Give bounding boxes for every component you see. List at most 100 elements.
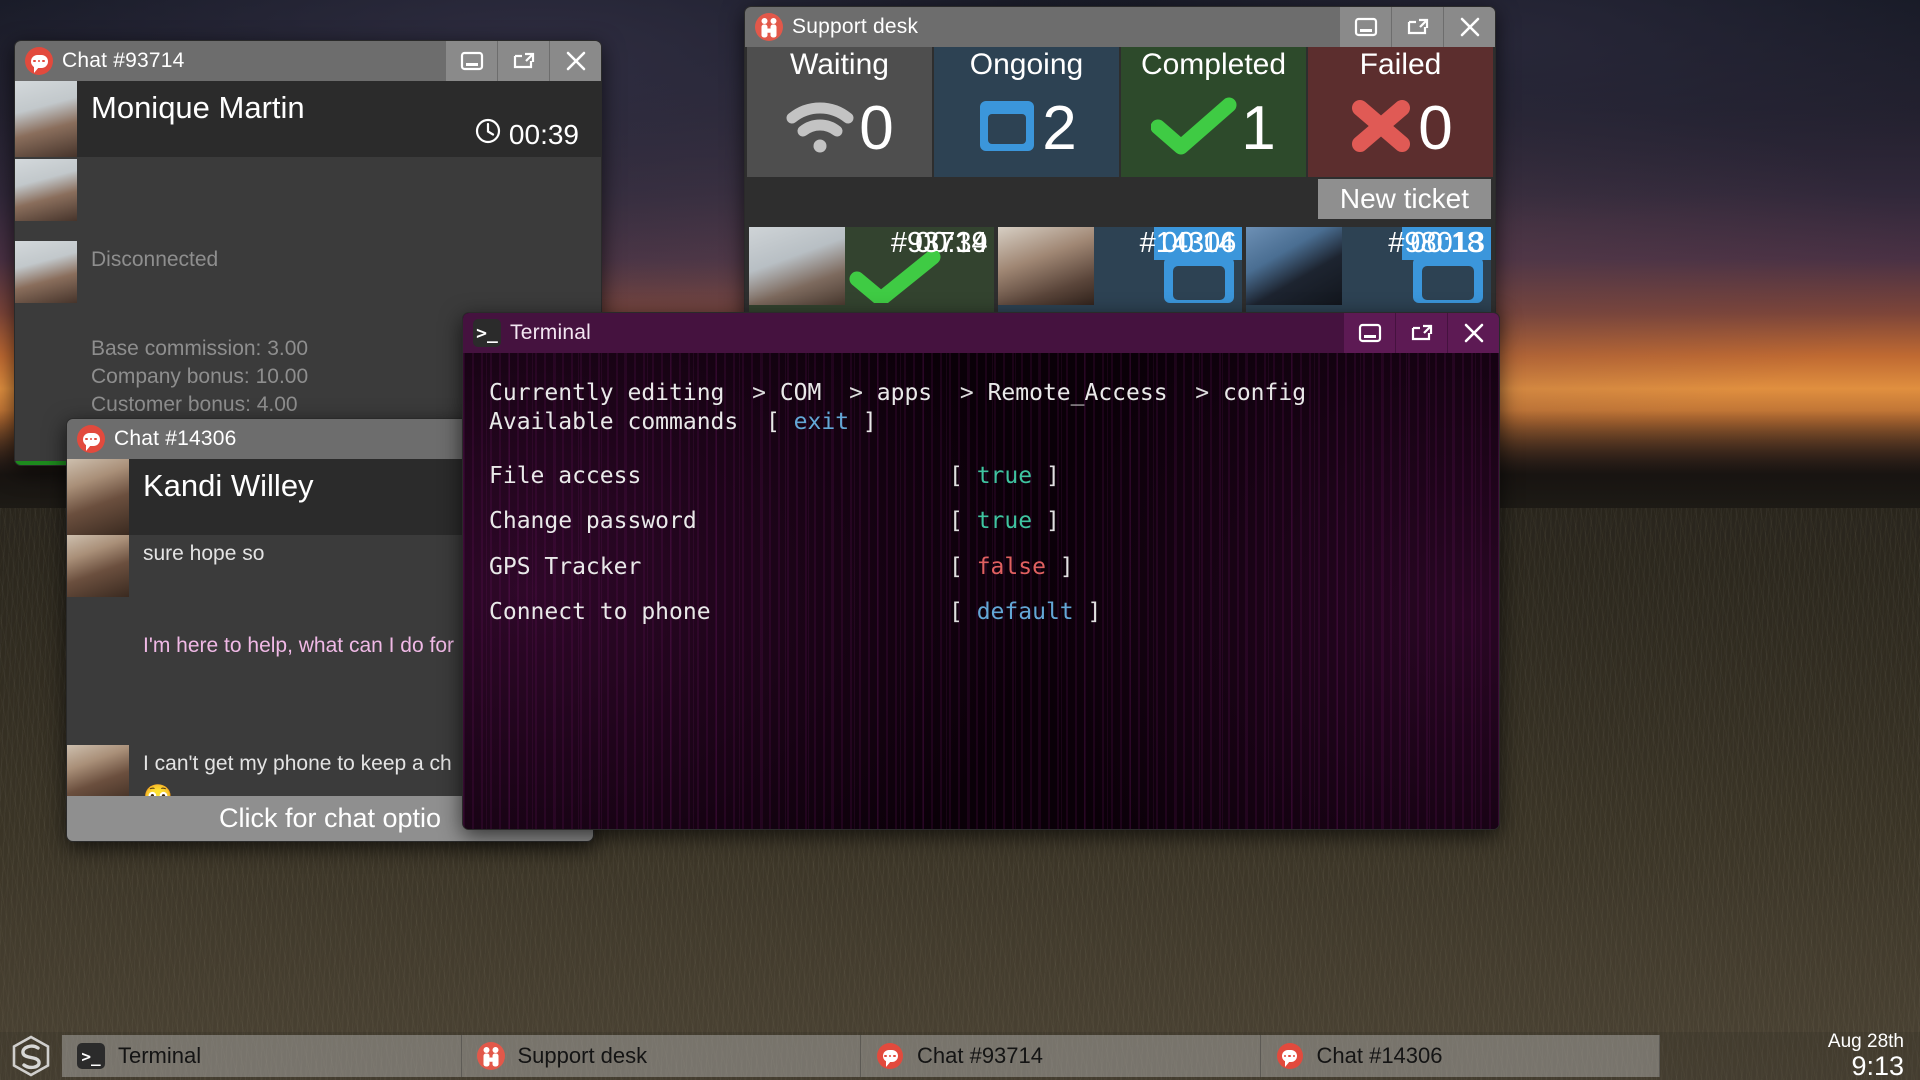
maximize-button[interactable] [497, 41, 549, 81]
support-desk-body: Waiting 0 Ongoing 2 Completed 1 Failed 0… [745, 47, 1495, 325]
terminal-body[interactable]: Currently editing > COM > apps > Remote_… [463, 353, 1499, 829]
ticket-icon [1162, 257, 1236, 310]
avatar [15, 81, 77, 157]
chat-bubble-icon [25, 47, 53, 75]
wifi-icon [785, 97, 855, 160]
stat-failed[interactable]: Failed 0 [1308, 47, 1493, 177]
taskbar-spacer [1660, 1032, 1770, 1080]
stat-waiting[interactable]: Waiting 0 [747, 47, 932, 177]
config-key: Change password [489, 508, 697, 535]
support-desk-window[interactable]: Support desk Waiting 0 Ongoing 2 Complet… [744, 6, 1496, 326]
ticket-id: #93714 [890, 227, 988, 259]
chat-93714-title: Chat #93714 [62, 49, 185, 72]
status-message: Disconnected [91, 248, 219, 271]
stat-completed-label: Completed [1140, 48, 1287, 81]
chat-bubble-icon [875, 1041, 905, 1071]
taskbar-item-chat-14306[interactable]: Chat #14306 [1260, 1035, 1660, 1077]
list-item [15, 159, 601, 221]
ticket-id: #98013 [1388, 227, 1486, 259]
config-row[interactable]: Change password [ true ] [489, 507, 1499, 536]
contact-name: Kandi Willey [143, 468, 314, 503]
message-text: I'm here to help, what can I do for [143, 634, 455, 657]
clock-icon [475, 118, 501, 151]
avatar [1246, 227, 1343, 305]
chat-14306-title: Chat #14306 [114, 427, 237, 450]
avatar [997, 227, 1094, 305]
stat-completed-count: 1 [1241, 93, 1276, 163]
command-exit[interactable]: exit [794, 409, 849, 435]
config-row[interactable]: Connect to phone [ default ] [489, 598, 1499, 627]
chat-bubble-icon [77, 425, 105, 453]
minimize-button[interactable] [1339, 7, 1391, 47]
new-ticket-button[interactable]: New ticket [1317, 179, 1491, 219]
stat-ongoing-count: 2 [1042, 93, 1077, 163]
terminal-title: Terminal [510, 321, 591, 344]
avatar [15, 241, 77, 303]
close-button[interactable] [549, 41, 601, 81]
config-value[interactable]: false [977, 554, 1046, 580]
minimize-button[interactable] [445, 41, 497, 81]
avatar [15, 159, 77, 221]
stat-ongoing-label: Ongoing [969, 48, 1084, 81]
list-item: Disconnected [15, 241, 601, 303]
support-desk-titlebar[interactable]: Support desk [745, 7, 1495, 47]
config-row[interactable]: GPS Tracker [ false ] [489, 553, 1499, 582]
close-button[interactable] [1447, 313, 1499, 353]
terminal-breadcrumb: Currently editing > COM > apps > Remote_… [489, 380, 1307, 406]
minimize-button[interactable] [1343, 313, 1395, 353]
chat-93714-header: Monique Martin 00:39 [15, 81, 601, 157]
config-value[interactable]: default [977, 599, 1074, 625]
people-handshake-icon [476, 1041, 506, 1071]
config-value[interactable]: true [977, 508, 1032, 534]
clock-date: Aug 28th [1827, 1030, 1904, 1052]
maximize-button[interactable] [1395, 313, 1447, 353]
taskbar-item-support-desk[interactable]: Support desk [461, 1035, 861, 1077]
chat-timer: 00:39 [475, 118, 579, 151]
taskbar-clock: Aug 28th 9:13 [1770, 1030, 1920, 1080]
support-desk-stats: Waiting 0 Ongoing 2 Completed 1 Failed 0 [745, 47, 1495, 177]
breadcrumb-item-2: Remote_Access [987, 380, 1168, 406]
support-desk-window-buttons [1339, 7, 1495, 47]
taskbar-item-label: Support desk [517, 1043, 648, 1068]
breadcrumb-item-1: apps [876, 380, 933, 406]
cross-icon [1348, 97, 1414, 160]
stat-ongoing[interactable]: Ongoing 2 [934, 47, 1119, 177]
breadcrumb-item-0: COM [779, 380, 822, 406]
checkmark-icon [1150, 97, 1237, 160]
taskbar-item-label: Chat #14306 [1316, 1043, 1443, 1068]
maximize-button[interactable] [1391, 7, 1443, 47]
stat-waiting-count: 0 [859, 93, 894, 163]
message-text: I can't get my phone to keep a ch [143, 752, 452, 775]
terminal-window[interactable]: >_ Terminal Currently editing > COM > ap… [462, 312, 1500, 830]
taskbar-item-label: Terminal [118, 1043, 202, 1068]
chat-bubble-icon [1275, 1041, 1305, 1071]
terminal-prompt-icon: >_ [76, 1041, 106, 1071]
breadcrumb-item-3: config [1222, 380, 1307, 406]
terminal-available-commands: Available commands [ exit ] [489, 409, 877, 436]
ticket-id: #14306 [1139, 227, 1237, 259]
ticket-icon [1411, 257, 1485, 310]
config-key: File access [489, 462, 642, 489]
stat-completed[interactable]: Completed 1 [1121, 47, 1306, 177]
avatar [749, 227, 845, 305]
avatar [67, 459, 129, 535]
available-commands-label: Available commands [489, 409, 739, 436]
contact-name: Monique Martin [91, 90, 305, 125]
chat-93714-window-buttons [445, 41, 601, 81]
message-text: sure hope so [143, 542, 265, 565]
close-button[interactable] [1443, 7, 1495, 47]
taskbar-item-chat-93714[interactable]: Chat #93714 [861, 1035, 1261, 1077]
hex-s-logo[interactable] [0, 1032, 62, 1080]
terminal-titlebar[interactable]: >_ Terminal [463, 313, 1499, 353]
taskbar-item-terminal[interactable]: >_ Terminal [62, 1035, 462, 1077]
config-row[interactable]: File access [ true ] [489, 462, 1499, 491]
config-value[interactable]: true [977, 463, 1032, 489]
chat-93714-titlebar[interactable]: Chat #93714 [15, 41, 601, 81]
config-key: GPS Tracker [489, 553, 642, 580]
terminal-prompt-icon: >_ [473, 319, 501, 347]
people-handshake-icon [755, 13, 783, 41]
clock-time: 9:13 [1851, 1050, 1904, 1080]
avatar [67, 535, 129, 597]
stat-failed-label: Failed [1359, 48, 1442, 81]
chat-timer-value: 00:39 [508, 118, 579, 150]
